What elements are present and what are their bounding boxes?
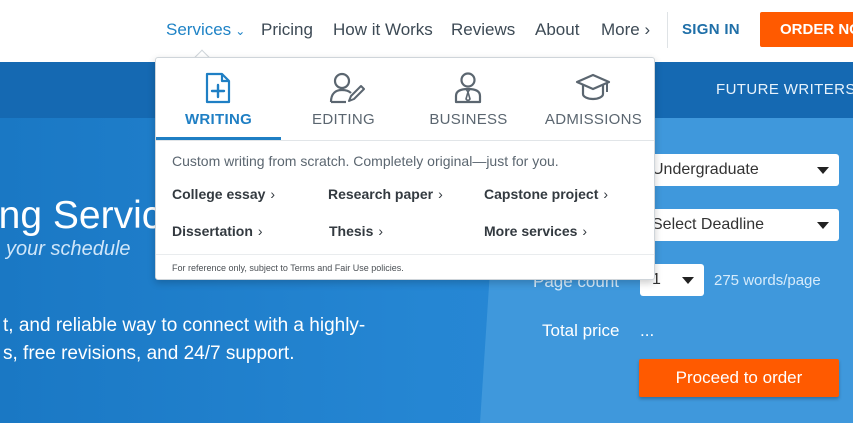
chevron-down-icon: ⌄ [235, 24, 246, 38]
dropdown-arrow-icon [817, 167, 829, 174]
link-label: Thesis [329, 223, 374, 239]
proceed-to-order-button[interactable]: Proceed to order [639, 359, 839, 397]
link-dissertation[interactable]: Dissertation › [172, 223, 263, 239]
hero-title: ing Servic [0, 194, 162, 237]
document-plus-icon [205, 72, 231, 104]
chevron-right-icon: › [270, 186, 276, 202]
link-label: Dissertation [172, 223, 253, 239]
tab-future-writers[interactable]: FUTURE WRITERS [716, 81, 853, 98]
writing-description: Custom writing from scratch. Completely … [172, 153, 559, 169]
business-person-icon [454, 72, 482, 104]
link-capstone-project[interactable]: Capstone project › [484, 186, 608, 202]
chevron-right-icon: › [378, 223, 384, 239]
order-now-button[interactable]: ORDER NOW [760, 12, 853, 47]
tab-writing[interactable]: WRITING [156, 58, 281, 140]
link-more-services[interactable]: More services › [484, 223, 587, 239]
tab-business-label: BUSINESS [429, 111, 508, 128]
link-label: Research paper [328, 186, 434, 202]
nav-how-it-works[interactable]: How it Works [333, 20, 433, 40]
chevron-right-icon: › [603, 186, 609, 202]
link-label: Capstone project [484, 186, 599, 202]
chevron-right-icon: › [257, 223, 263, 239]
nav-pricing[interactable]: Pricing [261, 20, 313, 40]
divider [156, 140, 654, 141]
footnote: For reference only, subject to Terms and… [172, 263, 404, 273]
divider [156, 254, 654, 255]
academic-level-select[interactable]: Undergraduate [640, 154, 839, 186]
nav-more-label: More [601, 20, 640, 39]
tab-editing-label: EDITING [312, 111, 375, 128]
services-dropdown: WRITING EDITING BUSINESS ADMISSIONS Cust… [155, 57, 655, 280]
link-label: College essay [172, 186, 266, 202]
academic-level-value: Undergraduate [652, 161, 759, 178]
nav-more[interactable]: More › [601, 20, 650, 40]
deadline-value: Select Deadline [652, 216, 765, 233]
hero-subtitle: your schedule [6, 238, 131, 260]
nav-services-label: Services [166, 20, 232, 39]
tab-editing[interactable]: EDITING [281, 58, 406, 140]
dropdown-arrow-icon [817, 222, 829, 229]
nav-services[interactable]: Services ⌄ [166, 20, 245, 40]
dropdown-arrow-icon [682, 277, 694, 284]
nav-about[interactable]: About [535, 20, 579, 40]
nav-reviews[interactable]: Reviews [451, 20, 515, 40]
chevron-right-icon: › [582, 223, 588, 239]
hero-description: t, and reliable way to connect with a hi… [3, 315, 366, 364]
link-label: More services [484, 223, 578, 239]
total-price-value: ... [640, 321, 655, 340]
tab-admissions-label: ADMISSIONS [544, 111, 643, 128]
graduation-cap-icon [575, 73, 611, 101]
link-college-essay[interactable]: College essay › [172, 186, 275, 202]
tab-business[interactable]: BUSINESS [406, 58, 531, 140]
sign-in-link[interactable]: SIGN IN [682, 21, 740, 38]
chevron-right-icon: › [438, 186, 443, 202]
user-pencil-icon [329, 72, 365, 104]
chevron-right-icon: › [644, 20, 651, 39]
words-per-page: 275 words/page [714, 272, 821, 289]
deadline-select[interactable]: Select Deadline [640, 209, 839, 241]
nav-divider [667, 12, 668, 48]
tab-writing-label: WRITING [184, 111, 253, 128]
tab-admissions[interactable]: ADMISSIONS [531, 58, 656, 140]
link-thesis[interactable]: Thesis › [329, 223, 383, 239]
total-price-label: Total price [542, 321, 620, 340]
top-navigation: Services ⌄ Pricing How it Works Reviews A… [0, 0, 853, 62]
link-research-paper[interactable]: Research paper › [328, 186, 443, 202]
